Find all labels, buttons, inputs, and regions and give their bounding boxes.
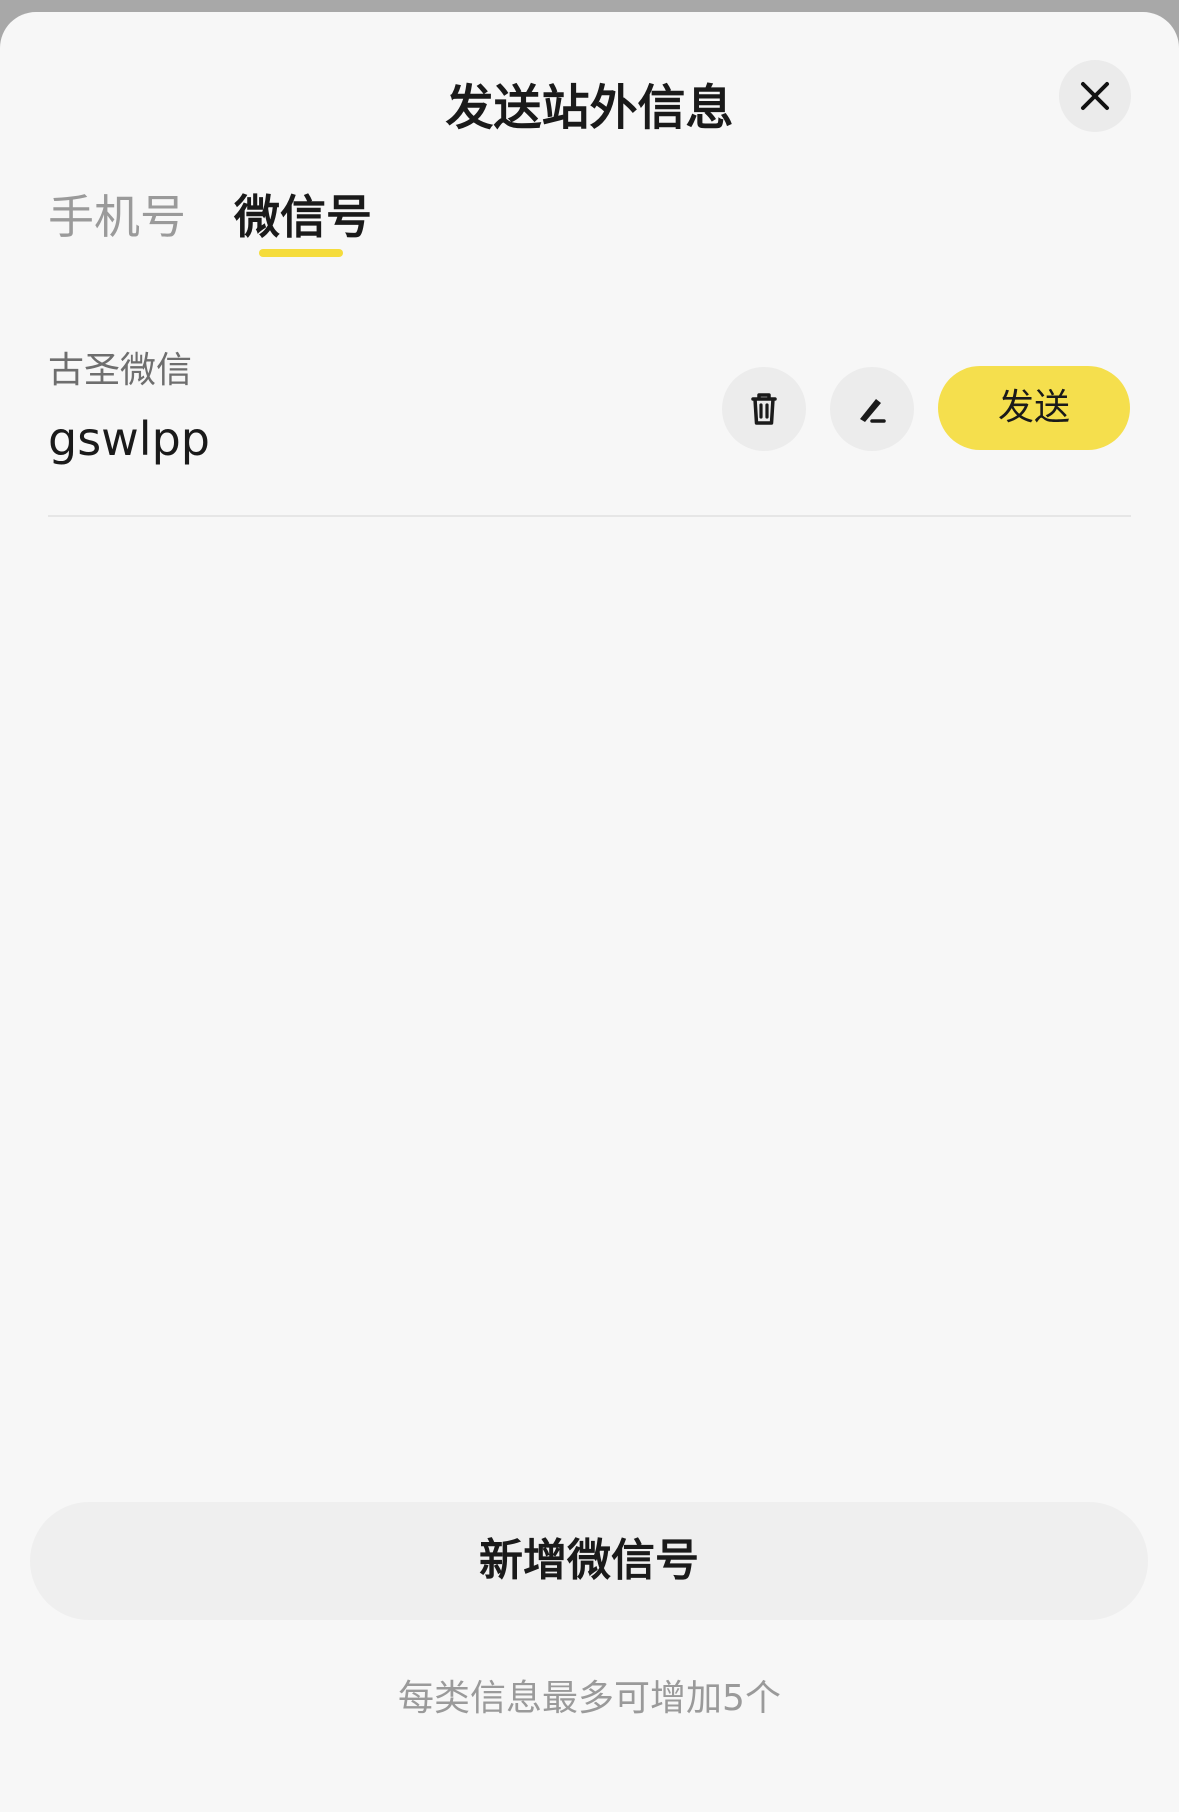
pen-icon — [860, 399, 886, 423]
divider — [48, 515, 1131, 517]
send-button[interactable]: 发送 — [938, 366, 1130, 450]
close-icon — [1081, 82, 1109, 110]
bottom-sheet: 发送站外信息 手机号 微信号 古圣微信 gswlpp 发送 新增微信号 每类信息… — [0, 12, 1179, 1812]
delete-button[interactable] — [722, 367, 806, 451]
add-wechat-button[interactable]: 新增微信号 — [30, 1502, 1148, 1620]
trash-icon — [751, 393, 777, 425]
sheet-title: 发送站外信息 — [445, 80, 734, 136]
entry-label: 古圣微信 — [48, 350, 193, 391]
active-tab-indicator — [259, 249, 343, 257]
tab-wechat-id[interactable]: 微信号 — [234, 184, 372, 250]
tab-phone-number[interactable]: 手机号 — [48, 184, 186, 250]
close-button[interactable] — [1059, 60, 1131, 132]
limit-note: 每类信息最多可增加5个 — [398, 1678, 781, 1719]
entry-value: gswlpp — [48, 412, 210, 466]
edit-button[interactable] — [830, 367, 914, 451]
